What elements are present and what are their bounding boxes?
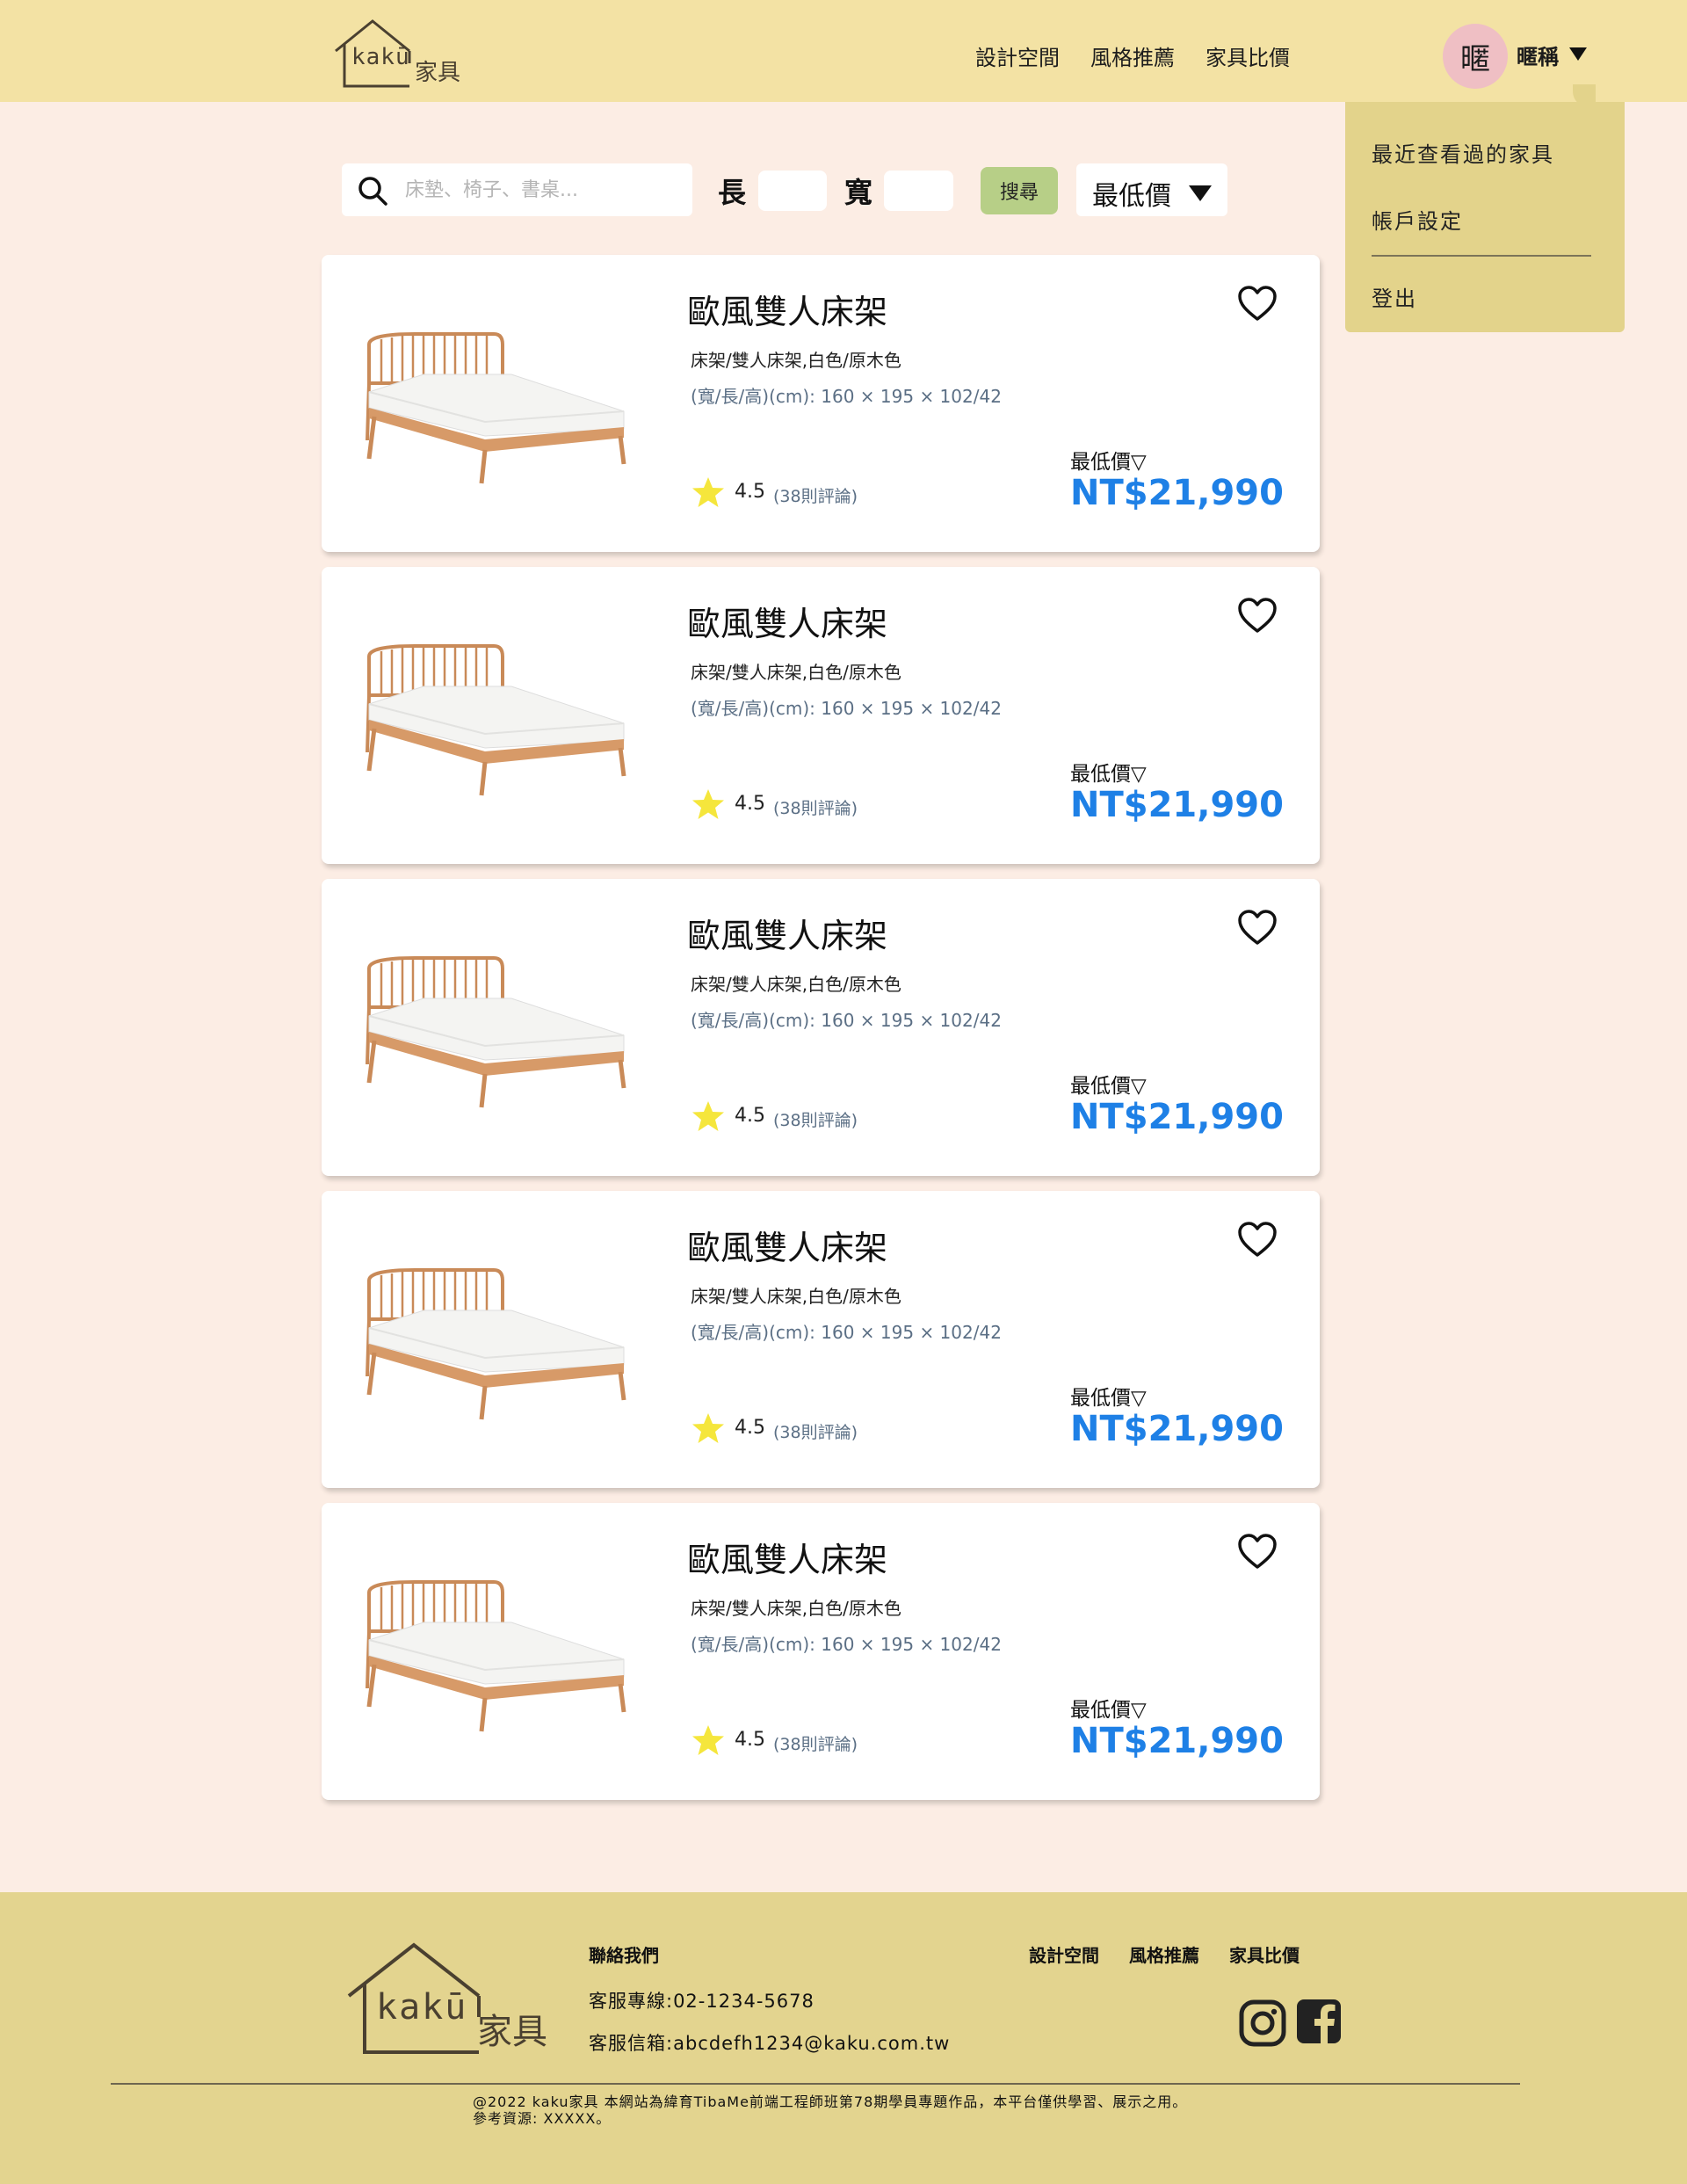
product-rating: 4.5	[735, 793, 765, 815]
menu-divider	[1372, 255, 1591, 257]
star-icon	[692, 1413, 724, 1443]
user-dropdown-menu: 最近查看過的家具 帳戶設定 登出	[1345, 102, 1625, 332]
star-icon	[692, 1725, 724, 1755]
search-icon	[358, 177, 387, 206]
star-icon	[692, 789, 724, 819]
avatar[interactable]: 暱	[1443, 24, 1508, 89]
logo-wordmark: kakū	[351, 44, 410, 70]
caret-down-icon[interactable]	[1569, 47, 1587, 61]
main-nav: 設計空間 風格推薦 家具比價	[975, 40, 1290, 71]
product-category: 床架/雙人床架,白色/原木色	[691, 1286, 901, 1307]
search-input[interactable]	[405, 163, 677, 216]
site-footer: kakū 家具 聯絡我們 客服專線:02-1234-5678 客服信箱:abcd…	[0, 1892, 1687, 2184]
product-card[interactable]: 歐風雙人床架 床架/雙人床架,白色/原木色 (寬/長/高)(cm): 160 ×…	[322, 1191, 1320, 1488]
instagram-icon[interactable]	[1239, 1999, 1286, 2047]
product-dimensions: (寬/長/高)(cm): 160 × 195 × 102/42	[691, 1010, 1002, 1031]
search-button[interactable]: 搜尋	[981, 167, 1058, 214]
bed-frame-image	[366, 1268, 626, 1420]
product-review-count[interactable]: (38則評論)	[773, 1419, 858, 1443]
width-label: 寬	[844, 176, 873, 209]
bed-frame-image	[366, 1580, 626, 1732]
sort-value: 最低價	[1092, 181, 1171, 212]
product-name[interactable]: 歐風雙人床架	[687, 597, 887, 645]
product-rating: 4.5	[735, 1417, 765, 1439]
product-dimensions: (寬/長/高)(cm): 160 × 195 × 102/42	[691, 698, 1002, 719]
lowest-price-label[interactable]: 最低價▽	[1070, 1381, 1147, 1411]
product-rating: 4.5	[735, 1105, 765, 1127]
product-card[interactable]: 歐風雙人床架 床架/雙人床架,白色/原木色 (寬/長/高)(cm): 160 ×…	[322, 879, 1320, 1176]
product-rating: 4.5	[735, 1729, 765, 1751]
product-dimensions: (寬/長/高)(cm): 160 × 195 × 102/42	[691, 1322, 1002, 1343]
menu-item-account-settings[interactable]: 帳戶設定	[1372, 204, 1463, 235]
product-category: 床架/雙人床架,白色/原木色	[691, 350, 901, 371]
product-name[interactable]: 歐風雙人床架	[687, 909, 887, 957]
copyright: @2022 kaku家具 本網站為緯育TibaMe前端工程師班第78期學員專題作…	[473, 2093, 1187, 2127]
bed-frame-image	[366, 644, 626, 796]
product-card[interactable]: 歐風雙人床架 床架/雙人床架,白色/原木色 (寬/長/高)(cm): 160 ×…	[322, 1503, 1320, 1800]
product-review-count[interactable]: (38則評論)	[773, 1731, 858, 1755]
sort-select[interactable]: 最低價	[1076, 163, 1227, 216]
heart-icon[interactable]	[1237, 597, 1278, 634]
product-price: NT$21,990	[1070, 1409, 1284, 1449]
footer-logo-wordmark-cn: 家具	[477, 2012, 547, 2052]
facebook-icon[interactable]	[1295, 1998, 1343, 2045]
footer-logo-wordmark: kakū	[376, 1987, 468, 2028]
product-price: NT$21,990	[1070, 785, 1284, 825]
product-card[interactable]: 歐風雙人床架 床架/雙人床架,白色/原木色 (寬/長/高)(cm): 160 ×…	[322, 255, 1320, 552]
contact-phone: 客服專線:02-1234-5678	[589, 1991, 815, 2012]
product-name[interactable]: 歐風雙人床架	[687, 1221, 887, 1269]
footer-divider	[111, 2083, 1520, 2085]
nav-style-recommend[interactable]: 風格推薦	[1090, 40, 1175, 71]
product-dimensions: (寬/長/高)(cm): 160 × 195 × 102/42	[691, 386, 1002, 407]
footer-nav-style-recommend[interactable]: 風格推薦	[1129, 1941, 1199, 1967]
nav-price-compare[interactable]: 家具比價	[1206, 40, 1290, 71]
search-box	[342, 163, 692, 216]
contact-email[interactable]: 客服信箱:abcdefh1234@kaku.com.tw	[589, 2029, 950, 2056]
product-category: 床架/雙人床架,白色/原木色	[691, 662, 901, 683]
footer-nav: 設計空間 風格推薦 家具比價	[1029, 1941, 1300, 1967]
product-name[interactable]: 歐風雙人床架	[687, 285, 887, 333]
product-category: 床架/雙人床架,白色/原木色	[691, 974, 901, 995]
product-dimensions: (寬/長/高)(cm): 160 × 195 × 102/42	[691, 1634, 1002, 1655]
lowest-price-label[interactable]: 最低價▽	[1070, 445, 1147, 475]
heart-icon[interactable]	[1237, 1221, 1278, 1258]
product-review-count[interactable]: (38則評論)	[773, 483, 858, 507]
product-rating: 4.5	[735, 481, 765, 503]
bed-frame-image	[366, 956, 626, 1108]
product-category: 床架/雙人床架,白色/原木色	[691, 1598, 901, 1619]
length-input[interactable]	[758, 171, 827, 211]
product-price: NT$21,990	[1070, 1097, 1284, 1137]
lowest-price-label[interactable]: 最低價▽	[1070, 1069, 1147, 1099]
product-review-count[interactable]: (38則評論)	[773, 795, 858, 819]
contact-title: 聯絡我們	[589, 1945, 659, 1966]
bed-frame-image	[366, 332, 626, 484]
product-name[interactable]: 歐風雙人床架	[687, 1533, 887, 1581]
footer-nav-design-space[interactable]: 設計空間	[1029, 1941, 1099, 1967]
footer-logo[interactable]: kakū 家具	[345, 1941, 556, 2056]
star-icon	[692, 1101, 724, 1131]
heart-icon[interactable]	[1237, 909, 1278, 946]
logo-wordmark-cn: 家具	[415, 60, 461, 86]
site-header: kakū 家具 設計空間 風格推薦 家具比價 暱 暱稱	[0, 0, 1687, 102]
caret-down-icon	[1189, 185, 1212, 201]
lowest-price-label[interactable]: 最低價▽	[1070, 757, 1147, 787]
heart-icon[interactable]	[1237, 1533, 1278, 1570]
menu-item-logout[interactable]: 登出	[1372, 281, 1417, 312]
product-card[interactable]: 歐風雙人床架 床架/雙人床架,白色/原木色 (寬/長/高)(cm): 160 ×…	[322, 567, 1320, 864]
footer-nav-price-compare[interactable]: 家具比價	[1229, 1941, 1300, 1967]
heart-icon[interactable]	[1237, 285, 1278, 322]
width-input[interactable]	[884, 171, 953, 211]
product-price: NT$21,990	[1070, 473, 1284, 513]
site-logo[interactable]: kakū 家具	[332, 18, 464, 88]
product-review-count[interactable]: (38則評論)	[773, 1107, 858, 1131]
copyright-line: @2022 kaku家具 本網站為緯育TibaMe前端工程師班第78期學員專題作…	[473, 2093, 1188, 2110]
length-label: 長	[718, 176, 747, 209]
nav-design-space[interactable]: 設計空間	[975, 40, 1060, 71]
copyright-source: 參考資源: XXXXX。	[473, 2110, 612, 2127]
lowest-price-label[interactable]: 最低價▽	[1070, 1693, 1147, 1723]
menu-item-recently-viewed[interactable]: 最近查看過的家具	[1372, 137, 1554, 168]
user-nickname[interactable]: 暱稱	[1517, 40, 1559, 70]
star-icon	[692, 477, 724, 507]
product-price: NT$21,990	[1070, 1721, 1284, 1761]
